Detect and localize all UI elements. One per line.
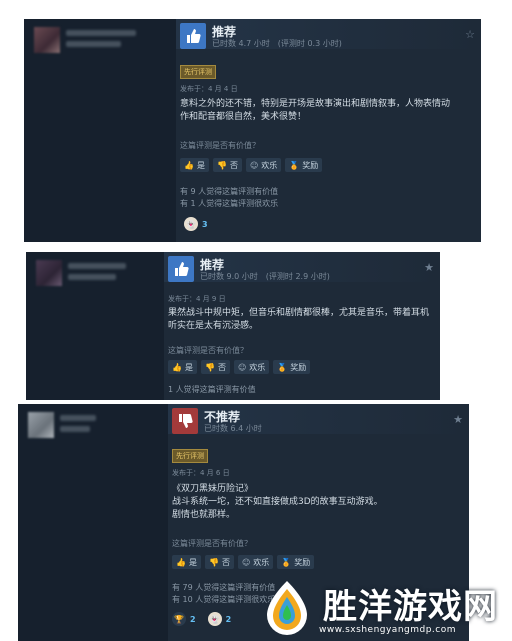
early-access-badge: 先行评测: [180, 65, 216, 79]
funny-count: 有 1 人觉得这篇评测很欢乐: [180, 199, 279, 208]
avatar[interactable]: [36, 260, 62, 286]
username-blurred[interactable]: [60, 415, 96, 421]
playtime: 已时数 4.7 小时 (评测时 0.3 小时): [212, 39, 342, 48]
user-meta-blurred: [68, 274, 116, 280]
posted-date: 发布于：4 月 6 日: [172, 469, 230, 477]
playtime: 已时数 9.0 小时 (评测时 2.9 小时): [200, 272, 330, 281]
award-icon: 🏅: [277, 362, 288, 372]
thumbs-down-icon: 👎: [208, 557, 219, 567]
posted-date: 发布于：4 月 4 日: [180, 85, 238, 93]
review-text: 果然战斗中规中矩，但音乐和剧情都很棒，尤其是音乐，带着耳机听实在是太有沉浸感。: [168, 308, 430, 331]
helpful-count: 有 9 人觉得这篇评测有价值: [180, 187, 279, 196]
thumbs-up-icon: [180, 23, 206, 49]
awards-row: 🏆 2 👻 2: [172, 612, 231, 626]
vote-funny-button[interactable]: ☺ 欢乐: [233, 360, 270, 374]
review-text-title: 《双刀黑妹历险记》: [172, 484, 254, 494]
vote-buttons: 👍 是 👎 否 ☺ 欢乐 🏅 奖励: [172, 555, 315, 569]
review-header: 不推荐 已时数 6.4 小时 ★: [168, 404, 469, 434]
thumbs-down-icon: 👎: [204, 362, 215, 372]
username-blurred[interactable]: [68, 263, 126, 269]
vote-no-button[interactable]: 👎 否: [200, 360, 230, 374]
helpful-question: 这篇评测是否有价值？: [180, 141, 260, 150]
watermark-logo-icon: [267, 581, 307, 635]
review-text: 剧情也就那样。: [172, 510, 236, 520]
watermark-url: www.sxshengyangmdp.com: [319, 625, 457, 635]
trophy-award-icon[interactable]: 🏆: [172, 612, 186, 626]
award-button[interactable]: 🏅 奖励: [285, 158, 323, 172]
helpful-count: 1 人觉得这篇评测有价值: [168, 385, 256, 394]
avatar[interactable]: [28, 412, 54, 438]
helpful-question: 这篇评测是否有价值？: [172, 539, 252, 548]
star-icon[interactable]: ★: [424, 261, 434, 274]
helpful-question: 这篇评测是否有价值？: [168, 346, 248, 355]
awards-row: 👻 3: [184, 217, 208, 231]
thumbs-up-icon: [168, 256, 194, 282]
award-count: 2: [225, 614, 232, 624]
award-icon: 🏅: [281, 557, 292, 567]
vote-no-button[interactable]: 👎 否: [204, 555, 234, 569]
site-watermark: 胜洋游戏网 www.sxshengyangmdp.com: [255, 573, 512, 641]
review-card: 推荐 已时数 9.0 小时 (评测时 2.9 小时) ★ 发布于：4 月 9 日…: [26, 252, 440, 400]
vote-funny-button[interactable]: ☺ 欢乐: [245, 158, 282, 172]
review-header: 推荐 已时数 4.7 小时 (评测时 0.3 小时) ☆: [176, 19, 481, 49]
ghost-award-icon[interactable]: 👻: [184, 217, 198, 231]
smile-icon: ☺: [249, 160, 259, 170]
playtime: 已时数 6.4 小时: [204, 424, 262, 433]
reviewer-panel: [26, 252, 164, 400]
vote-funny-button[interactable]: ☺ 欢乐: [237, 555, 274, 569]
thumbs-up-icon: 👍: [184, 160, 194, 170]
username-blurred[interactable]: [66, 30, 136, 36]
user-meta-blurred: [60, 426, 90, 432]
review-header: 推荐 已时数 9.0 小时 (评测时 2.9 小时) ★: [164, 252, 440, 282]
star-icon[interactable]: ☆: [465, 28, 475, 41]
award-count: 2: [190, 614, 196, 624]
thumbs-up-icon: 👍: [176, 557, 186, 567]
ghost-award-icon[interactable]: 👻: [207, 612, 222, 626]
thumbs-down-icon: 👎: [216, 160, 227, 170]
thumbs-up-icon: 👍: [172, 362, 182, 372]
award-button[interactable]: 🏅 奖励: [273, 360, 311, 374]
user-meta-blurred: [66, 41, 121, 47]
thumbs-down-icon: [172, 408, 198, 434]
vote-buttons: 👍 是 👎 否 ☺ 欢乐 🏅 奖励: [168, 360, 311, 374]
vote-yes-button[interactable]: 👍 是: [172, 555, 201, 569]
smile-icon: ☺: [241, 557, 251, 567]
early-access-badge: 先行评测: [172, 449, 208, 463]
review-text: 战斗系统一坨，还不如直接做成3D的故事互动游戏。: [172, 497, 383, 507]
smile-icon: ☺: [237, 362, 247, 372]
award-count: 3: [202, 219, 208, 229]
award-icon: 🏅: [289, 160, 300, 170]
vote-yes-button[interactable]: 👍 是: [180, 158, 209, 172]
review-content: 推荐 已时数 9.0 小时 (评测时 2.9 小时) ★ 发布于：4 月 9 日…: [164, 252, 440, 400]
review-card: 推荐 已时数 4.7 小时 (评测时 0.3 小时) ☆ 先行评测 发布于：4 …: [24, 19, 481, 242]
reviewer-panel: [18, 404, 168, 641]
star-icon[interactable]: ★: [453, 413, 463, 426]
watermark-title: 胜洋游戏网: [323, 587, 498, 627]
posted-date: 发布于：4 月 9 日: [168, 295, 226, 303]
award-button[interactable]: 🏅 奖励: [277, 555, 315, 569]
vote-no-button[interactable]: 👎 否: [212, 158, 242, 172]
vote-yes-button[interactable]: 👍 是: [168, 360, 197, 374]
review-content: 推荐 已时数 4.7 小时 (评测时 0.3 小时) ☆ 先行评测 发布于：4 …: [176, 19, 481, 242]
avatar[interactable]: [34, 27, 60, 53]
review-text: 意料之外的还不错，特别是开场是故事演出和剧情叙事，人物表情动作和配音都很自然，美…: [180, 99, 451, 122]
reviewer-panel: [24, 19, 176, 242]
vote-buttons: 👍 是 👎 否 ☺ 欢乐 🏅 奖励: [180, 158, 323, 172]
